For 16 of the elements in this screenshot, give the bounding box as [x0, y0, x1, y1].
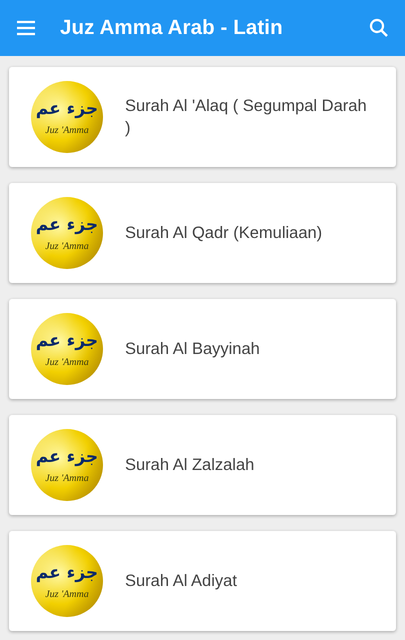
logo-latin-text: Juz 'Amma [45, 240, 89, 252]
logo-latin-text: Juz 'Amma [45, 472, 89, 484]
surah-title: Surah Al Qadr (Kemuliaan) [125, 223, 322, 244]
logo-arabic-text: جزء عم [36, 330, 98, 350]
logo-arabic-text: جزء عم [36, 446, 98, 466]
surah-title: Surah Al Zalzalah [125, 455, 254, 476]
surah-title: Surah Al Bayyinah [125, 339, 260, 360]
surah-title: Surah Al Adiyat [125, 571, 237, 592]
logo-latin-text: Juz 'Amma [45, 124, 89, 136]
logo-arabic-text: جزء عم [36, 562, 98, 582]
app-title: Juz Amma Arab - Latin [60, 16, 284, 40]
surah-title: Surah Al 'Alaq ( Segumpal Darah ) [125, 96, 368, 139]
logo-arabic-text: جزء عم [36, 214, 98, 234]
logo-arabic-text: جزء عم [36, 98, 98, 118]
logo-latin-text: Juz 'Amma [45, 356, 89, 368]
logo-latin-text: Juz 'Amma [45, 588, 89, 600]
